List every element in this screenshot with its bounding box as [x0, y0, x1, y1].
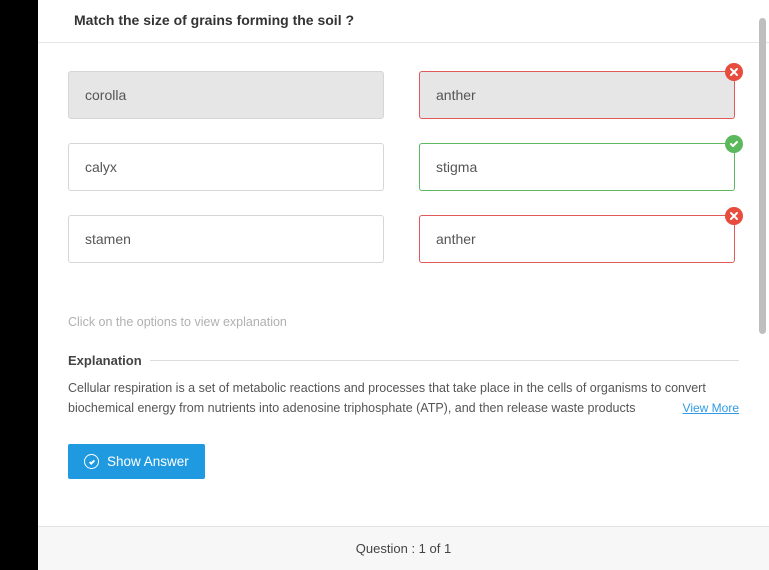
wrong-icon [725, 207, 743, 225]
explanation-body-wrap: Cellular respiration is a set of metabol… [68, 378, 739, 418]
match-grid: corolla calyx stamen anther stigma [68, 71, 739, 263]
right-option-row-2: anther [419, 215, 735, 263]
view-more-link[interactable]: View More [677, 399, 739, 418]
left-option-2[interactable]: stamen [68, 215, 384, 263]
scrollbar-thumb[interactable] [759, 18, 766, 334]
right-option-label: anther [436, 231, 476, 247]
left-option-label: calyx [85, 159, 117, 175]
main-panel: Match the size of grains forming the soi… [38, 0, 769, 570]
explanation-body: Cellular respiration is a set of metabol… [68, 381, 706, 415]
match-right-column: anther stigma anther [419, 71, 735, 263]
right-option-row-0: anther [419, 71, 735, 119]
check-circle-icon [84, 454, 99, 469]
right-option-row-1: stigma [419, 143, 735, 191]
question-prompt: Match the size of grains forming the soi… [38, 0, 769, 42]
show-answer-button[interactable]: Show Answer [68, 444, 205, 479]
right-option-1[interactable]: stigma [419, 143, 735, 191]
app-viewport: Match the size of grains forming the soi… [0, 0, 769, 570]
right-option-label: anther [436, 87, 476, 103]
explanation-title: Explanation [68, 353, 142, 368]
hint-text: Click on the options to view explanation [68, 315, 739, 329]
left-option-label: stamen [85, 231, 131, 247]
explanation-divider [150, 360, 739, 361]
left-option-label: corolla [85, 87, 126, 103]
left-option-1[interactable]: calyx [68, 143, 384, 191]
footer-bar: Question : 1 of 1 [38, 526, 769, 570]
left-rail [0, 0, 38, 570]
right-option-label: stigma [436, 159, 477, 175]
show-answer-label: Show Answer [107, 454, 189, 469]
explanation-header: Explanation [68, 353, 739, 368]
match-left-column: corolla calyx stamen [68, 71, 384, 263]
left-option-0[interactable]: corolla [68, 71, 384, 119]
explanation-block: Explanation Cellular respiration is a se… [68, 353, 739, 418]
wrong-icon [725, 63, 743, 81]
header-divider [38, 42, 769, 43]
right-option-2[interactable]: anther [419, 215, 735, 263]
correct-icon [725, 135, 743, 153]
content: corolla calyx stamen anther stigma [38, 71, 769, 499]
question-progress: Question : 1 of 1 [356, 541, 451, 556]
right-option-0[interactable]: anther [419, 71, 735, 119]
scroll-area: Match the size of grains forming the soi… [38, 0, 769, 526]
